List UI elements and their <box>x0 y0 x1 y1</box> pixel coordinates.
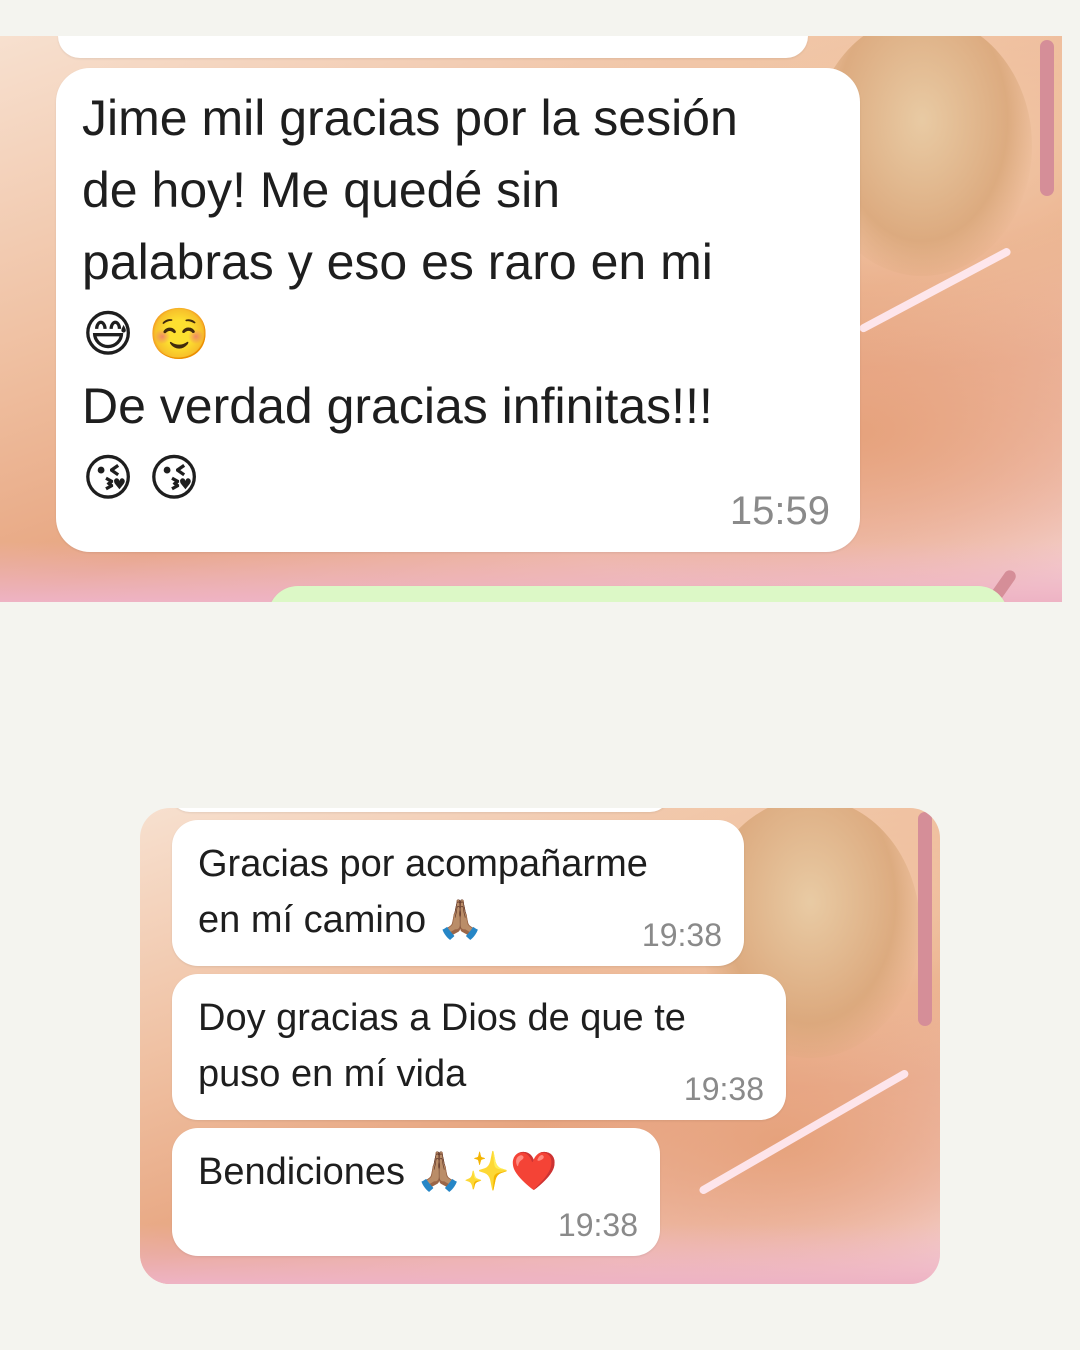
message-bubble[interactable]: Doy gracias a Dios de que te puso en mí … <box>172 974 786 1120</box>
chat-screenshot-top: Jime mil gracias por la sesión de hoy! M… <box>0 36 1062 602</box>
message-bubble[interactable]: Gracias por acompañarme en mí camino 🙏🏽 … <box>172 820 744 966</box>
message-timestamp: 19:38 <box>557 1207 638 1243</box>
message-bubble[interactable]: Bendiciones 🙏🏽✨❤️ 19:38 <box>172 1128 660 1256</box>
message-text: Doy gracias a Dios de que te puso en mí … <box>198 997 686 1095</box>
chat-screenshot-bottom: Gracias por acompañarme en mí camino 🙏🏽 … <box>140 808 940 1284</box>
message-timestamp: 19:38 <box>683 1071 764 1107</box>
message-text: Bendiciones 🙏🏽✨❤️ <box>198 1151 558 1193</box>
message-bubble[interactable]: Jime mil gracias por la sesión de hoy! M… <box>56 68 860 552</box>
message-timestamp: 15:59 <box>729 489 830 533</box>
message-text: Gracias por acompañarme en mí camino 🙏🏽 <box>198 843 648 941</box>
scrollbar[interactable] <box>918 812 932 1026</box>
previous-message-bubble <box>170 808 670 812</box>
message-text: Jime mil gracias por la sesión de hoy! M… <box>82 90 738 506</box>
scrollbar[interactable] <box>1040 40 1054 196</box>
message-timestamp: 19:38 <box>641 917 722 953</box>
chat-screenshots-collage: { "top_chat": { "message": { "text": "Ji… <box>0 0 1080 1350</box>
previous-message-bubble <box>58 36 808 58</box>
outgoing-message-bubble[interactable] <box>268 586 1008 602</box>
